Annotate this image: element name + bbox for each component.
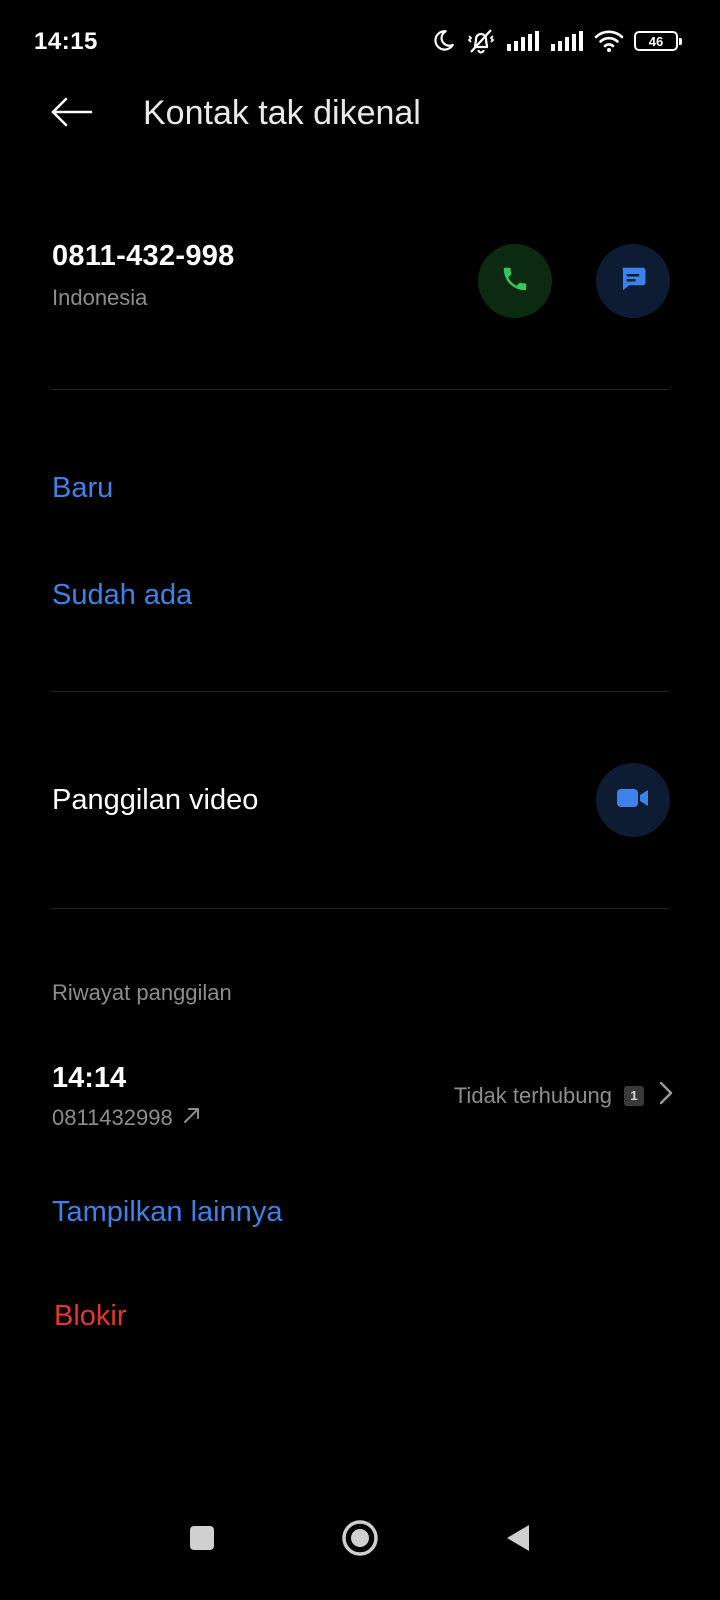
call-time: 14:14 [52, 1062, 127, 1094]
message-button[interactable] [596, 244, 670, 318]
home-icon [341, 1519, 379, 1562]
outgoing-arrow-icon [181, 1104, 203, 1132]
moon-icon [430, 28, 456, 54]
battery-level: 46 [648, 33, 664, 49]
show-more-button[interactable]: Tampilkan lainnya [52, 1196, 283, 1229]
battery-icon: 46 [634, 31, 682, 51]
new-contact-button[interactable]: Baru [52, 472, 113, 505]
status-time: 14:15 [34, 28, 98, 55]
phone-icon [500, 264, 530, 299]
signal-icon [550, 30, 584, 52]
contact-info: 0811-432-998 Indonesia [52, 240, 668, 330]
call-status-group: Tidak terhubung 1 [454, 1080, 676, 1111]
navigation-bar [0, 1510, 720, 1600]
block-button[interactable]: Blokir [54, 1300, 127, 1333]
back-icon [504, 1523, 532, 1558]
video-call-label: Panggilan video [52, 784, 259, 816]
screen: 14:15 46 Kontak tak dikenal 0811-432-998… [0, 0, 720, 1600]
recent-apps-icon [188, 1524, 216, 1557]
call-history-heading: Riwayat panggilan [52, 980, 232, 1005]
call-number-row: 0811432998 [52, 1104, 203, 1132]
home-button[interactable] [330, 1510, 390, 1570]
status-bar: 14:15 46 [0, 0, 720, 80]
back-button[interactable] [46, 90, 98, 138]
existing-contact-button[interactable]: Sudah ada [52, 579, 192, 612]
chevron-right-icon [656, 1080, 676, 1111]
page-title: Kontak tak dikenal [143, 94, 421, 132]
contact-number: 0811-432-998 [52, 240, 235, 272]
nav-back-button[interactable] [488, 1510, 548, 1570]
divider [52, 691, 668, 692]
header: Kontak tak dikenal [0, 80, 720, 150]
call-button[interactable] [478, 244, 552, 318]
contact-country: Indonesia [52, 285, 148, 310]
call-count-badge: 1 [624, 1085, 644, 1106]
recent-apps-button[interactable] [172, 1510, 232, 1570]
video-camera-icon [616, 786, 650, 815]
video-call-button[interactable] [596, 763, 670, 837]
call-status: Tidak terhubung [453, 1082, 612, 1108]
signal-icon [506, 30, 540, 52]
divider [52, 389, 668, 390]
call-history-item[interactable]: 14:14 0811432998 Tidak terhubung 1 [52, 1060, 676, 1140]
divider [52, 908, 668, 909]
call-number: 0811432998 [52, 1105, 173, 1130]
vibrate-off-icon [466, 27, 496, 55]
wifi-icon [594, 29, 624, 53]
status-icons: 46 [430, 24, 682, 58]
arrow-left-icon [50, 97, 94, 132]
message-icon [618, 264, 648, 299]
